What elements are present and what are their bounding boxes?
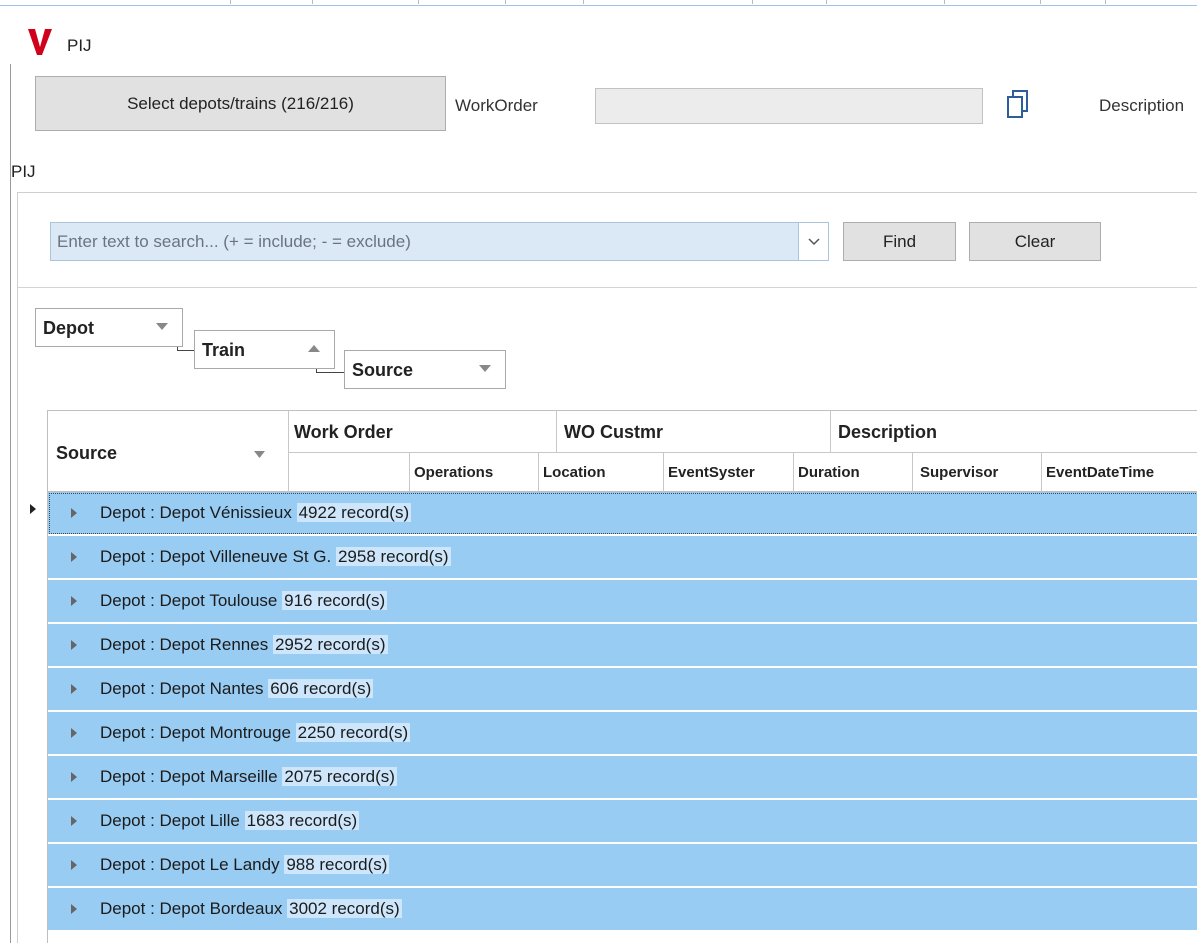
data-grid: Source Work Order WO Custmr Description … — [18, 410, 1197, 943]
group-chip-source[interactable]: Source — [344, 350, 506, 389]
group-row[interactable]: Depot : Depot Rennes 2952 record(s) — [48, 624, 1197, 667]
group-row-text: Depot : Depot Toulouse 916 record(s) — [100, 591, 388, 611]
group-row-text: Depot : Depot Le Landy 988 record(s) — [100, 855, 390, 875]
expand-arrow-icon[interactable] — [71, 772, 77, 782]
group-row[interactable]: Depot : Depot Vénissieux 4922 record(s) — [48, 492, 1197, 535]
workorder-field[interactable] — [595, 88, 983, 124]
group-row-count: 606 record(s) — [268, 679, 374, 698]
current-row-indicator-icon — [30, 504, 36, 514]
column-header-supervisor[interactable]: Supervisor — [920, 464, 998, 481]
copy-icon[interactable] — [1004, 88, 1034, 122]
column-header-location[interactable]: Location — [543, 464, 606, 481]
group-row-label: Depot : Depot Rennes — [100, 635, 269, 654]
group-row-count: 916 record(s) — [282, 591, 388, 610]
sort-down-icon — [254, 451, 265, 458]
group-row-text: Depot : Depot Villeneuve St G. 2958 reco… — [100, 547, 451, 567]
group-row[interactable]: Depot : Depot Lille 1683 record(s) — [48, 800, 1197, 843]
column-header-duration[interactable]: Duration — [798, 464, 860, 481]
group-row-count: 988 record(s) — [284, 855, 390, 874]
group-row-count: 3002 record(s) — [287, 899, 402, 918]
expand-arrow-icon[interactable] — [71, 816, 77, 826]
expand-arrow-icon[interactable] — [71, 552, 77, 562]
column-header-work-order[interactable]: Work Order — [294, 422, 393, 443]
group-row-text: Depot : Depot Lille 1683 record(s) — [100, 811, 360, 831]
group-row-text: Depot : Depot Bordeaux 3002 record(s) — [100, 899, 402, 919]
clear-button[interactable]: Clear — [969, 222, 1101, 261]
group-chip-label: Depot — [43, 318, 94, 338]
app-logo-icon — [28, 29, 52, 55]
section-label: PIJ — [11, 162, 36, 181]
expand-arrow-icon[interactable] — [71, 860, 77, 870]
expand-arrow-icon[interactable] — [71, 640, 77, 650]
expand-arrow-icon[interactable] — [71, 684, 77, 694]
group-row-label: Depot : Depot Vénissieux — [100, 503, 292, 522]
column-header-operations[interactable]: Operations — [414, 464, 493, 481]
column-header-description[interactable]: Description — [838, 422, 937, 443]
search-placeholder: Enter text to search... (+ = include; - … — [57, 232, 411, 251]
expand-arrow-icon[interactable] — [71, 508, 77, 518]
group-row-label: Depot : Depot Le Landy — [100, 855, 280, 874]
group-row[interactable]: Depot : Depot Montrouge 2250 record(s) — [48, 712, 1197, 755]
group-row-text: Depot : Depot Nantes 606 record(s) — [100, 679, 374, 699]
group-row-text: Depot : Depot Marseille 2075 record(s) — [100, 767, 397, 787]
group-row-label: Depot : Depot Toulouse — [100, 591, 278, 610]
search-dropdown-button[interactable] — [798, 223, 828, 260]
column-header-wo-custmr[interactable]: WO Custmr — [564, 422, 663, 443]
group-connector — [316, 369, 344, 373]
grid-header: Source Work Order WO Custmr Description … — [48, 410, 1197, 493]
group-row-count: 2075 record(s) — [282, 767, 397, 786]
group-row-label: Depot : Depot Lille — [100, 811, 240, 830]
column-header-eventsyster[interactable]: EventSyster — [668, 464, 755, 481]
column-header-eventdatetime[interactable]: EventDateTime — [1046, 464, 1154, 481]
group-row-label: Depot : Depot Villeneuve St G. — [100, 547, 332, 566]
group-row-count: 4922 record(s) — [296, 503, 412, 522]
group-row[interactable]: Depot : Depot Le Landy 988 record(s) — [48, 844, 1197, 887]
group-row-text: Depot : Depot Montrouge 2250 record(s) — [100, 723, 411, 743]
main-window: Select depots/trains (216/216) WorkOrder… — [10, 64, 1197, 943]
group-row-label: Depot : Depot Montrouge — [100, 723, 291, 742]
group-row[interactable]: Depot : Depot Nantes 606 record(s) — [48, 668, 1197, 711]
group-chip-label: Source — [352, 360, 414, 380]
sort-down-icon — [479, 365, 491, 372]
group-connector — [177, 347, 194, 351]
group-chip-depot[interactable]: Depot — [35, 308, 183, 347]
group-row-text: Depot : Depot Rennes 2952 record(s) — [100, 635, 388, 655]
search-input[interactable]: Enter text to search... (+ = include; - … — [50, 222, 829, 261]
group-row-count: 2952 record(s) — [272, 635, 388, 654]
window-title: PIJ — [67, 36, 92, 55]
sort-up-icon — [308, 345, 320, 352]
group-row-count: 1683 record(s) — [244, 811, 360, 830]
group-row-label: Depot : Depot Bordeaux — [100, 899, 283, 918]
group-row-label: Depot : Depot Marseille — [100, 767, 278, 786]
group-chip-train[interactable]: Train — [194, 330, 335, 369]
group-row-count: 2958 record(s) — [335, 547, 451, 566]
title-bar: PIJ — [0, 8, 1197, 64]
group-by-panel: Depot Train Source — [18, 288, 1197, 410]
group-row[interactable]: Depot : Depot Villeneuve St G. 2958 reco… — [48, 536, 1197, 579]
group-row[interactable]: Depot : Depot Marseille 2075 record(s) — [48, 756, 1197, 799]
search-bar: Enter text to search... (+ = include; - … — [18, 193, 1197, 288]
select-depots-trains-button[interactable]: Select depots/trains (216/216) — [35, 76, 446, 131]
column-header-source[interactable]: Source — [56, 443, 281, 473]
group-row-label: Depot : Depot Nantes — [100, 679, 264, 698]
pij-panel: Enter text to search... (+ = include; - … — [17, 192, 1197, 943]
group-chip-label: Train — [202, 340, 246, 360]
expand-arrow-icon[interactable] — [71, 596, 77, 606]
column-header-label: Source — [56, 443, 118, 463]
group-row-count: 2250 record(s) — [295, 723, 411, 742]
sort-down-icon — [156, 323, 168, 330]
chevron-down-icon — [807, 237, 820, 245]
description-label: Description — [1099, 96, 1185, 115]
find-button[interactable]: Find — [843, 222, 956, 261]
group-row[interactable]: Depot : Depot Bordeaux 3002 record(s) — [48, 888, 1197, 931]
row-selector-column — [24, 410, 48, 943]
expand-arrow-icon[interactable] — [71, 728, 77, 738]
parent-window-strip — [0, 0, 1197, 6]
group-row[interactable]: Depot : Depot Toulouse 916 record(s) — [48, 580, 1197, 623]
workorder-label: WorkOrder — [455, 96, 538, 115]
expand-arrow-icon[interactable] — [71, 904, 77, 914]
group-row-text: Depot : Depot Vénissieux 4922 record(s) — [100, 503, 412, 523]
